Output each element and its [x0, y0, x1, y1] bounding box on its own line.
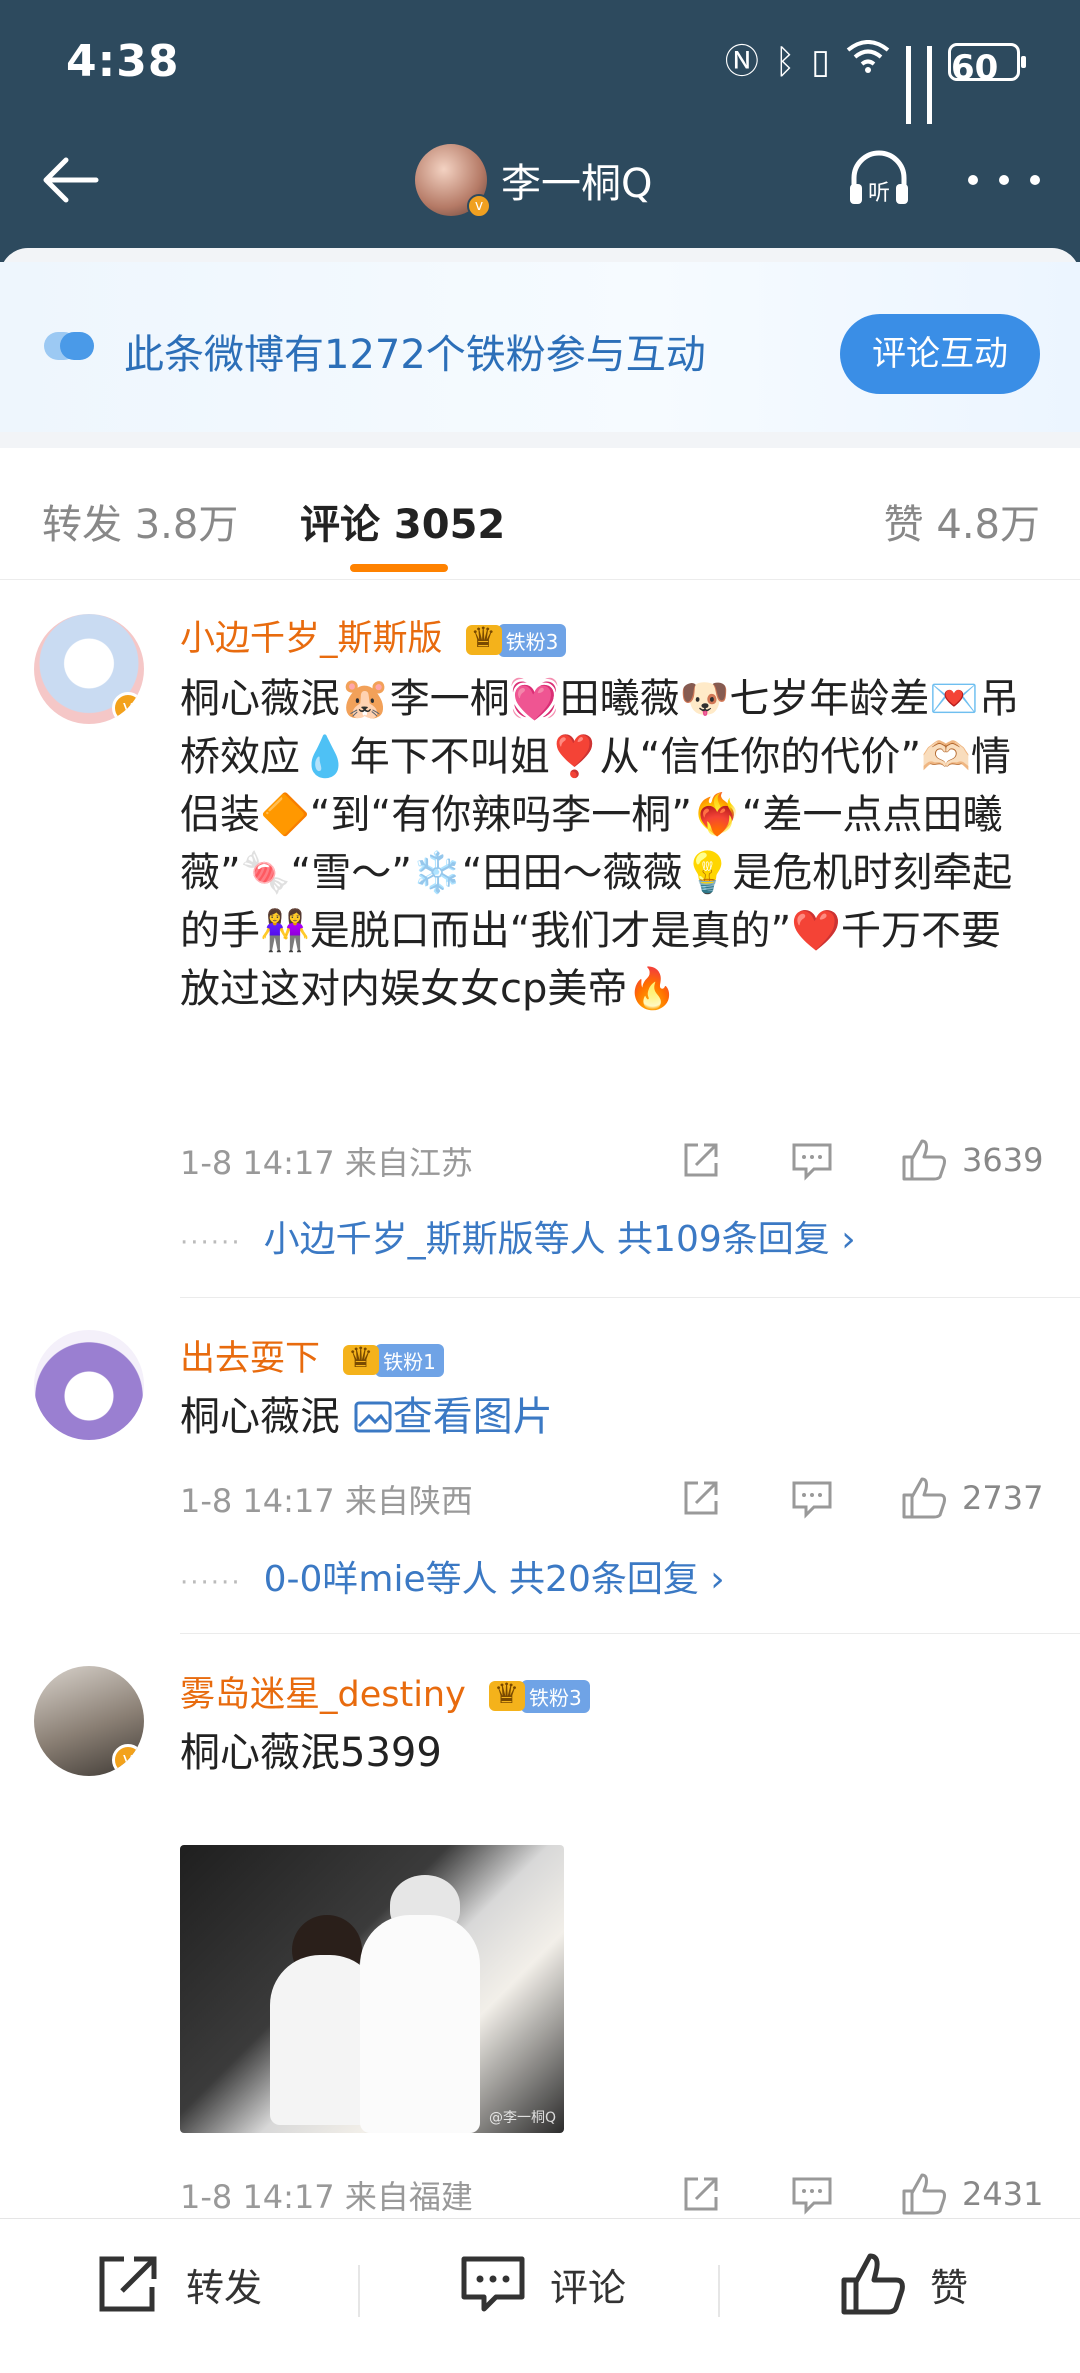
status-bar: 4:38 Ⓝ ᛒ ▯ 60 [0, 0, 1080, 124]
avatar[interactable] [34, 1330, 144, 1440]
tab-repost[interactable]: 转发 3.8万 [42, 492, 238, 550]
crown-icon [465, 621, 502, 655]
share-icon [99, 2256, 157, 2312]
like-count: 2431 [962, 2175, 1044, 2213]
comment-actions: 2431 [680, 2166, 1050, 2222]
comment-button[interactable] [790, 2166, 834, 2222]
image-icon [354, 1401, 392, 1433]
comment-meta: 1-8 14:17 来自江苏 [180, 1144, 473, 1182]
share-button[interactable] [680, 1132, 722, 1188]
verified-icon: v [112, 1744, 144, 1776]
battery-indicator: 60 [948, 43, 1026, 88]
avatar[interactable]: v [34, 614, 144, 724]
comment-actions: 2737 [680, 1470, 1050, 1526]
comment-icon [792, 1143, 832, 1181]
signal-icon [906, 46, 911, 124]
verified-icon: v [112, 692, 144, 724]
top-nav: v 李一桐Q 听 [0, 130, 1080, 230]
comment-button[interactable] [790, 1470, 834, 1526]
fan-badge: 铁粉3 [488, 1677, 590, 1713]
more-dots-icon [968, 175, 978, 185]
fans-banner-wrap: 此条微博有1272个铁粉参与互动 评论互动 [0, 248, 1080, 448]
share-button[interactable] [680, 1470, 722, 1526]
tabs: 转发 3.8万 评论 3052 赞 4.8万 [0, 452, 1080, 580]
view-image-link[interactable]: 查看图片 [353, 1394, 553, 1440]
nav-user[interactable]: v 李一桐Q [415, 144, 652, 218]
fan-badge: 铁粉3 [465, 621, 567, 657]
divider [180, 1633, 1080, 1634]
share-icon [684, 1481, 718, 1515]
comment-username[interactable]: 小边千岁_斯斯版 铁粉3 [180, 610, 567, 661]
wifi-icon [846, 39, 890, 85]
like-button[interactable]: 3639 [900, 1132, 1043, 1188]
back-button[interactable] [40, 150, 100, 210]
like-button[interactable]: 2431 [900, 2166, 1043, 2222]
avatar[interactable]: v [415, 144, 491, 218]
fans-banner: 此条微博有1272个铁粉参与互动 评论互动 [0, 262, 1080, 432]
like-thumb-icon [902, 2173, 946, 2215]
bottom-like-button[interactable]: 赞 [840, 2249, 968, 2319]
listen-label: 听 [868, 181, 890, 206]
like-thumb-icon [902, 1139, 946, 1181]
share-icon [684, 2177, 718, 2211]
signal-icon-2 [927, 46, 932, 124]
divider [180, 1297, 1080, 1298]
comment-photo[interactable]: @李一桐Q [180, 1845, 564, 2133]
reply-summary[interactable]: ······ 0-0咩mie等人 共20条回复 › [180, 1550, 725, 1602]
crown-icon [488, 1677, 525, 1711]
nav-user-name[interactable]: 李一桐Q [501, 151, 652, 209]
status-icons: Ⓝ ᛒ ▯ 60 [724, 39, 1026, 124]
like-thumb-icon [841, 2253, 905, 2315]
comment-actions: 3639 [680, 1132, 1050, 1188]
like-count: 3639 [962, 1141, 1044, 1179]
bottom-comment-button[interactable]: 评论 [460, 2249, 626, 2319]
fans-icon [44, 332, 94, 360]
tab-like[interactable]: 赞 4.8万 [884, 492, 1040, 550]
comment-icon [461, 2256, 525, 2312]
comment-icon [792, 1481, 832, 1519]
share-button[interactable] [680, 2166, 722, 2222]
fans-banner-text: 此条微博有1272个铁粉参与互动 [124, 332, 706, 378]
status-time: 4:38 [66, 36, 180, 87]
like-thumb-icon [902, 1477, 946, 1519]
comment-meta: 1-8 14:17 来自福建 [180, 2178, 473, 2216]
nfc-icon: Ⓝ [724, 42, 759, 82]
listen-button[interactable]: 听 [846, 148, 912, 212]
comment-username[interactable]: 出去耍下 铁粉1 [180, 1330, 444, 1381]
bottom-action-bar: 转发 评论 赞 [0, 2218, 1080, 2373]
like-button[interactable]: 2737 [900, 1470, 1043, 1526]
verified-icon: v [467, 194, 491, 218]
share-icon [684, 1143, 718, 1177]
comment-icon [792, 2177, 832, 2215]
tab-active-indicator [350, 564, 448, 572]
comment-meta: 1-8 14:17 来自陕西 [180, 1482, 473, 1520]
reply-summary[interactable]: ······ 小边千岁_斯斯版等人 共109条回复 › [180, 1210, 856, 1262]
comment-text: 桐心薇泯🐹李一桐💓田曦薇🐶七岁年龄差💌吊桥效应💧年下不叫姐❣️从“信任你的代价”… [180, 676, 1020, 1012]
bluetooth-icon: ᛒ [774, 42, 796, 82]
more-button[interactable] [968, 156, 1040, 204]
vibrate-icon: ▯ [811, 42, 830, 82]
headphone-listen-icon: 听 [850, 150, 908, 206]
bottom-repost-button[interactable]: 转发 [96, 2249, 262, 2319]
comment-button[interactable] [790, 1132, 834, 1188]
comment-text: 桐心薇泯 查看图片 [180, 1394, 553, 1440]
comment-item: 出去耍下 铁粉1 桐心薇泯 查看图片 1-8 14:17 来自陕西 2737 ·… [0, 1300, 1080, 1630]
photo-watermark: @李一桐Q [488, 2110, 556, 2126]
fan-badge: 铁粉1 [343, 1341, 444, 1377]
comment-item: v 小边千岁_斯斯版 铁粉3 桐心薇泯🐹李一桐💓田曦薇🐶七岁年龄差💌吊桥效应💧年… [0, 580, 1080, 1280]
comment-text: 桐心薇泯5399 [180, 1730, 442, 1776]
comment-interact-button[interactable]: 评论互动 [840, 314, 1040, 394]
header: 4:38 Ⓝ ᛒ ▯ 60 v 李一桐Q 听 [0, 0, 1080, 280]
comment-username[interactable]: 雾岛迷星_destiny 铁粉3 [180, 1666, 590, 1717]
avatar[interactable]: v [34, 1666, 144, 1776]
like-count: 2737 [962, 1479, 1044, 1517]
back-arrow-icon [43, 157, 99, 203]
tab-comment[interactable]: 评论 3052 [300, 492, 505, 550]
crown-icon [343, 1341, 380, 1375]
